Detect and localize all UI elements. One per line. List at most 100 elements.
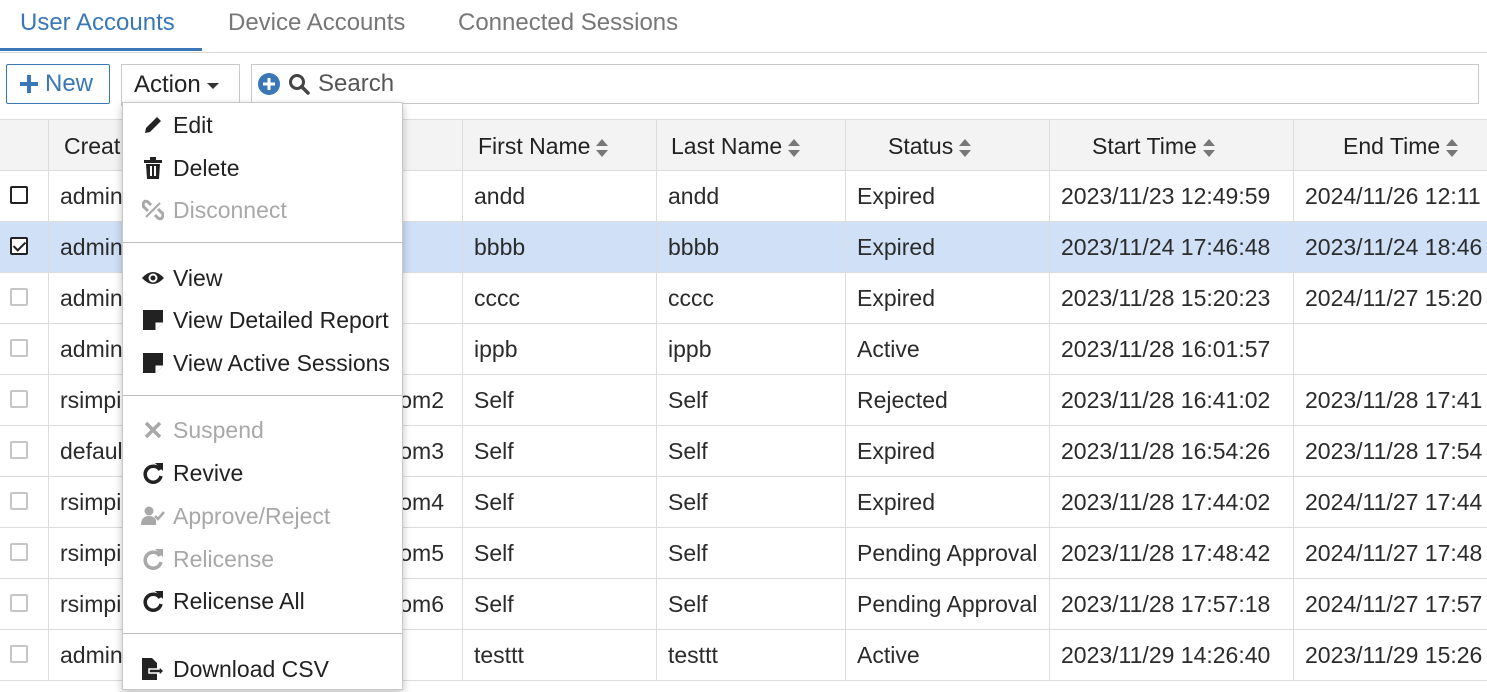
add-filter-icon[interactable] <box>258 73 280 95</box>
cell-status: Pending Approval <box>846 528 1050 578</box>
cell-status: Expired <box>846 426 1050 476</box>
menu-item-view-active-sessions[interactable]: View Active Sessions <box>123 343 402 383</box>
eye-icon <box>141 266 165 290</box>
cell-last: testtt <box>657 630 846 680</box>
menu-item-label: Approve/Reject <box>173 502 331 529</box>
action-dropdown-button[interactable]: Action <box>121 64 240 106</box>
menu-item-delete[interactable]: Delete <box>123 148 402 188</box>
row-checkbox[interactable] <box>10 237 28 255</box>
cell-first: Self <box>463 579 657 629</box>
menu-divider <box>123 395 402 396</box>
column-header-end-time[interactable]: End Time <box>1294 120 1487 170</box>
cell-last: andd <box>657 171 846 221</box>
action-dropdown-menu: Edit Delete Disconnect View View Detailed Re… <box>122 102 403 690</box>
menu-item-download-csv[interactable]: Download CSV <box>123 649 402 689</box>
cell-start: 2023/11/28 16:41:02 <box>1050 375 1294 425</box>
cell-start: 2023/11/28 17:48:42 <box>1050 528 1294 578</box>
action-button-label: Action <box>134 71 201 98</box>
cell-last: ippb <box>657 324 846 374</box>
row-checkbox[interactable] <box>10 543 28 561</box>
pencil-icon <box>141 113 165 137</box>
row-checkbox[interactable] <box>10 594 28 612</box>
unlink-icon <box>141 198 165 222</box>
cell-start: 2023/11/28 17:44:02 <box>1050 477 1294 527</box>
menu-item-revive[interactable]: Revive <box>123 453 402 493</box>
cell-end: 2023/11/28 17:54 <box>1305 438 1483 464</box>
row-checkbox[interactable] <box>10 339 28 357</box>
tab-connected-sessions[interactable]: Connected Sessions <box>458 0 678 50</box>
menu-item-label: Download CSV <box>173 655 329 682</box>
cell-status: Pending Approval <box>846 579 1050 629</box>
redo-icon <box>141 547 165 571</box>
row-checkbox[interactable] <box>10 186 28 204</box>
new-button[interactable]: New <box>6 64 110 104</box>
row-checkbox[interactable] <box>10 390 28 408</box>
tab-user-accounts[interactable]: User Accounts <box>20 0 175 50</box>
cell-last: Self <box>657 426 846 476</box>
cell-end <box>1294 324 1487 374</box>
cell-status: Expired <box>846 222 1050 272</box>
cell-last: cccc <box>657 273 846 323</box>
plus-icon <box>19 74 39 94</box>
tab-bar: User Accounts Device Accounts Connected … <box>0 0 1487 53</box>
menu-item-view-detailed-report[interactable]: View Detailed Report <box>123 300 402 340</box>
cell-start: 2023/11/23 12:49:59 <box>1050 171 1294 221</box>
menu-item-label: View <box>173 264 223 291</box>
cell-first: cccc <box>463 273 657 323</box>
cell-first: Self <box>463 477 657 527</box>
cell-start: 2023/11/28 17:57:18 <box>1050 579 1294 629</box>
cell-first: andd <box>463 171 657 221</box>
cell-end: 2024/11/27 15:20 <box>1305 285 1483 311</box>
row-select-cell <box>0 375 49 425</box>
menu-item-edit[interactable]: Edit <box>123 105 402 145</box>
search-box <box>251 64 1479 104</box>
user-check-icon <box>141 504 165 528</box>
row-select-cell <box>0 630 49 680</box>
cell-first: Self <box>463 375 657 425</box>
row-checkbox[interactable] <box>10 288 28 306</box>
active-tab-indicator <box>0 48 202 51</box>
menu-item-label: Relicense <box>173 545 274 572</box>
row-select-cell <box>0 477 49 527</box>
sort-icon <box>1202 138 1215 157</box>
cell-status: Rejected <box>846 375 1050 425</box>
row-checkbox[interactable] <box>10 645 28 663</box>
menu-item-label: View Detailed Report <box>173 306 389 333</box>
cell-last: Self <box>657 528 846 578</box>
row-select-cell <box>0 273 49 323</box>
cell-status: Active <box>846 630 1050 680</box>
row-checkbox[interactable] <box>10 441 28 459</box>
note-icon <box>141 308 165 332</box>
cell-status: Expired <box>846 171 1050 221</box>
cell-start: 2023/11/28 15:20:23 <box>1050 273 1294 323</box>
column-header-start-time[interactable]: Start Time <box>1050 120 1294 170</box>
cell-end: 2023/11/24 18:46 <box>1305 234 1483 260</box>
row-checkbox[interactable] <box>10 492 28 510</box>
cell-first: bbbb <box>463 222 657 272</box>
menu-item-label: Disconnect <box>173 196 287 223</box>
row-select-cell <box>0 324 49 374</box>
cell-first: testtt <box>463 630 657 680</box>
menu-item-view[interactable]: View <box>123 258 402 298</box>
column-header-first-name[interactable]: First Name <box>463 120 657 170</box>
cell-status: Expired <box>846 273 1050 323</box>
menu-item-label: View Active Sessions <box>173 349 390 376</box>
menu-item-label: Relicense All <box>173 587 305 614</box>
cell-end: 2024/11/27 17:44 <box>1305 489 1483 515</box>
sort-icon <box>788 138 801 157</box>
menu-item-label: Edit <box>173 111 213 138</box>
column-header-last-name[interactable]: Last Name <box>657 120 846 170</box>
cell-end: 2023/11/28 17:41 <box>1305 387 1483 413</box>
note-icon <box>141 351 165 375</box>
menu-item-relicense-all[interactable]: Relicense All <box>123 581 402 621</box>
search-input[interactable] <box>316 69 1220 99</box>
tab-device-accounts[interactable]: Device Accounts <box>228 0 405 50</box>
x-icon <box>141 418 165 442</box>
menu-divider <box>123 242 402 243</box>
column-header-status[interactable]: Status <box>846 120 1050 170</box>
search-icon <box>288 73 310 95</box>
file-export-icon <box>141 657 165 681</box>
cell-status: Active <box>846 324 1050 374</box>
cell-last: Self <box>657 477 846 527</box>
cell-first: ippb <box>463 324 657 374</box>
